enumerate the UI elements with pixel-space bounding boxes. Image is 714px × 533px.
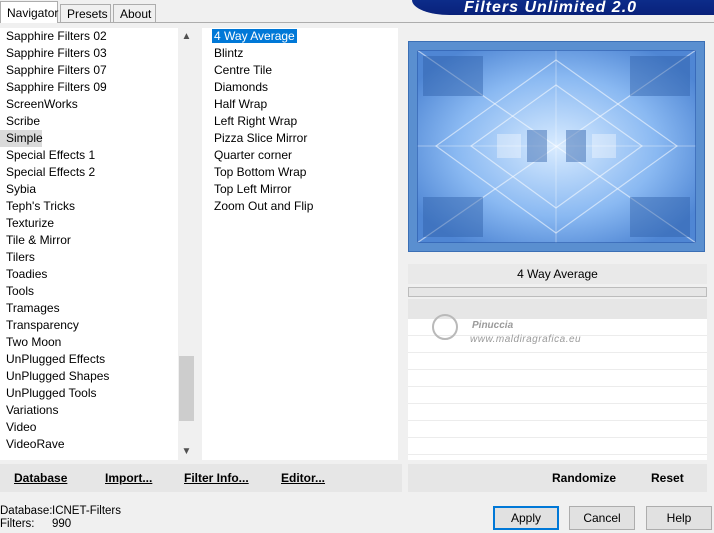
param-row	[408, 438, 707, 455]
filter-list[interactable]: 4 Way Average Blintz Centre Tile Diamonds Ha…	[202, 28, 398, 460]
help-button[interactable]: Help	[646, 506, 712, 530]
filter-item[interactable]: Top Left Mirror	[202, 181, 398, 198]
preview-image	[417, 50, 696, 243]
category-item[interactable]: Transparency	[0, 317, 178, 334]
filters-count-label: Filters:	[0, 518, 35, 530]
param-row	[408, 404, 707, 421]
tab-bar: Navigator Presets About	[0, 0, 420, 23]
category-item[interactable]: Tools	[0, 283, 178, 300]
preview-action-bar: Randomize Reset	[408, 464, 707, 492]
list-action-bar: Database Import... Filter Info... Editor…	[0, 464, 402, 492]
database-value: ICNET-Filters	[52, 505, 121, 517]
filter-item[interactable]: Diamonds	[202, 79, 398, 96]
database-button[interactable]: Database	[14, 464, 67, 492]
tab-divider	[0, 22, 714, 23]
editor-button[interactable]: Editor...	[281, 464, 325, 492]
filter-item[interactable]: Half Wrap	[202, 96, 398, 113]
randomize-button[interactable]: Randomize	[552, 464, 616, 492]
filter-info-button[interactable]: Filter Info...	[184, 464, 249, 492]
category-item[interactable]: Video	[0, 419, 178, 436]
category-item[interactable]: Sapphire Filters 02	[0, 28, 178, 45]
tab-navigator[interactable]: Navigator	[0, 1, 58, 23]
tab-about[interactable]: About	[113, 4, 156, 22]
category-item[interactable]: ScreenWorks	[0, 96, 178, 113]
filter-item[interactable]: 4 Way Average	[202, 28, 398, 45]
filter-item[interactable]: Top Bottom Wrap	[202, 164, 398, 181]
category-item[interactable]: Tramages	[0, 300, 178, 317]
import-button[interactable]: Import...	[105, 464, 152, 492]
chevron-down-icon[interactable]: ▼	[178, 443, 195, 460]
filter-item[interactable]: Pizza Slice Mirror	[202, 130, 398, 147]
cancel-button[interactable]: Cancel	[569, 506, 635, 530]
filter-item[interactable]: Left Right Wrap	[202, 113, 398, 130]
category-item[interactable]: Scribe	[0, 113, 178, 130]
category-item[interactable]: Variations	[0, 402, 178, 419]
chevron-up-icon[interactable]: ▲	[178, 28, 195, 45]
category-item[interactable]: Toadies	[0, 266, 178, 283]
tab-presets[interactable]: Presets	[60, 4, 111, 22]
filter-item[interactable]: Zoom Out and Flip	[202, 198, 398, 215]
category-item[interactable]: UnPlugged Effects	[0, 351, 178, 368]
category-item[interactable]: Texturize	[0, 215, 178, 232]
param-row	[408, 353, 707, 370]
app-banner: Filters Unlimited 2.0	[412, 0, 714, 15]
param-row	[408, 387, 707, 404]
apply-button[interactable]: Apply	[493, 506, 559, 530]
selected-filter-title: 4 Way Average	[408, 264, 707, 284]
watermark-logo-icon	[432, 314, 458, 340]
category-item[interactable]: Sapphire Filters 03	[0, 45, 178, 62]
category-item[interactable]: Teph's Tricks	[0, 198, 178, 215]
category-item[interactable]: Special Effects 2	[0, 164, 178, 181]
filter-item[interactable]: Blintz	[202, 45, 398, 62]
category-item[interactable]: Two Moon	[0, 334, 178, 351]
database-label: Database:	[0, 505, 53, 517]
reset-button[interactable]: Reset	[651, 464, 684, 492]
scrollbar-thumb[interactable]	[179, 356, 194, 421]
preview-pattern	[417, 50, 696, 243]
category-item[interactable]: Sapphire Filters 07	[0, 62, 178, 79]
filter-item[interactable]: Centre Tile	[202, 62, 398, 79]
preview-panel	[408, 41, 705, 252]
param-row	[408, 421, 707, 438]
category-item[interactable]: Tilers	[0, 249, 178, 266]
category-item[interactable]: UnPlugged Shapes	[0, 368, 178, 385]
category-scrollbar[interactable]: ▲ ▼	[178, 28, 195, 460]
category-item[interactable]: UnPlugged Tools	[0, 385, 178, 402]
param-row	[408, 370, 707, 387]
category-item[interactable]: Tile & Mirror	[0, 232, 178, 249]
progress-bar	[408, 287, 707, 297]
category-item[interactable]: Sybia	[0, 181, 178, 198]
filters-count-value: 990	[52, 518, 72, 530]
category-item[interactable]: Sapphire Filters 09	[0, 79, 178, 96]
category-list[interactable]: Sapphire Filters 02 Sapphire Filters 03 Sa…	[0, 28, 178, 460]
category-item[interactable]: Simple	[0, 130, 43, 147]
filter-item[interactable]: Quarter corner	[202, 147, 398, 164]
category-item[interactable]: Special Effects 1	[0, 147, 178, 164]
category-item[interactable]: VideoRave	[0, 436, 178, 453]
